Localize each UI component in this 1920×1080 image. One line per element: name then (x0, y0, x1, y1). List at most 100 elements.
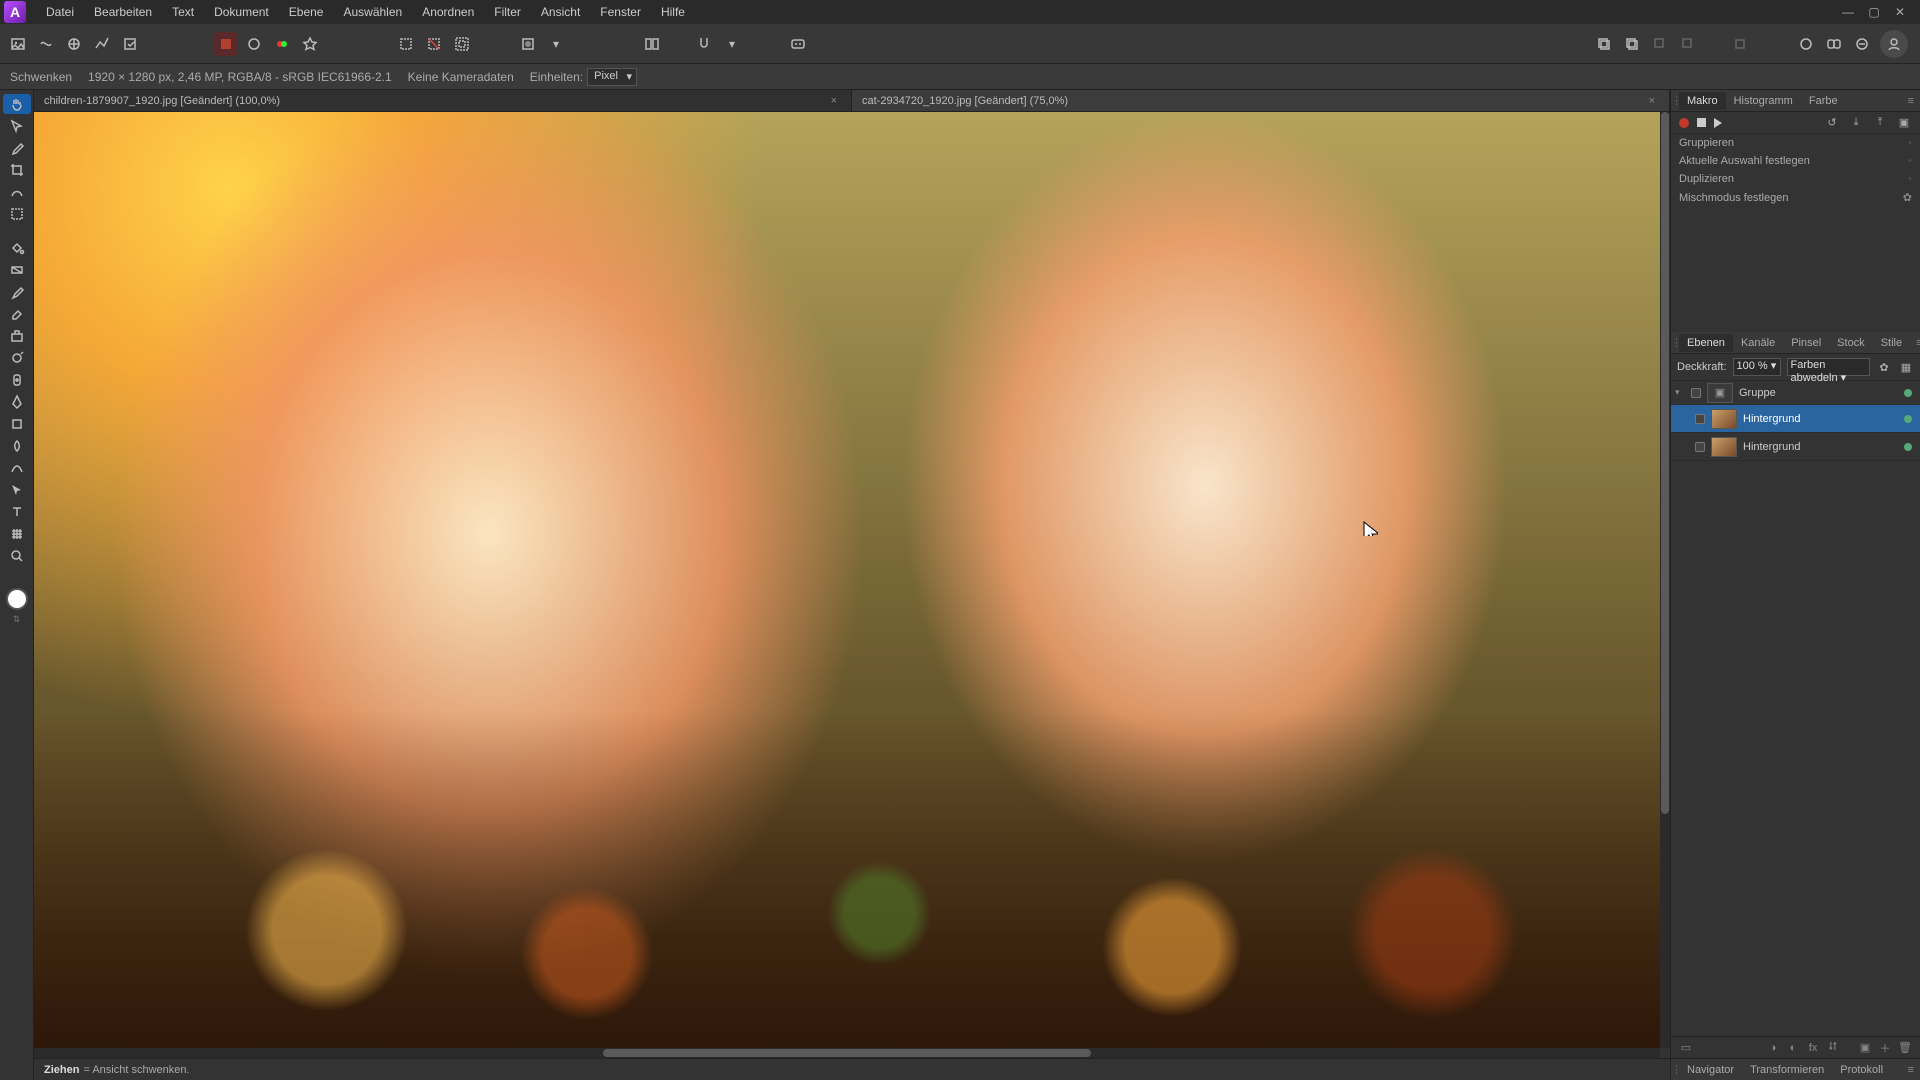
layer-row[interactable]: Hintergrund (1671, 405, 1920, 433)
tab-farbe[interactable]: Farbe (1801, 92, 1846, 110)
macro-step[interactable]: Aktuelle Auswahl festlegen• (1671, 152, 1920, 170)
resource-manager-button[interactable] (1794, 32, 1818, 56)
selection-brush-tool[interactable] (3, 182, 31, 202)
node-tool[interactable] (3, 480, 31, 500)
link-button[interactable] (1822, 32, 1846, 56)
menu-ansicht[interactable]: Ansicht (531, 2, 590, 22)
merge-down-icon[interactable]: ⮃ (1824, 1039, 1842, 1057)
macro-step[interactable]: Gruppieren• (1671, 134, 1920, 152)
horizontal-scrollbar[interactable] (34, 1048, 1660, 1058)
pan-tool[interactable] (3, 94, 31, 114)
colorpicker-tool[interactable] (3, 138, 31, 158)
canvas-image[interactable] (34, 112, 1660, 1048)
menu-anordnen[interactable]: Anordnen (412, 2, 484, 22)
menu-bearbeiten[interactable]: Bearbeiten (84, 2, 162, 22)
menu-fenster[interactable]: Fenster (590, 2, 651, 22)
tab-histogramm[interactable]: Histogramm (1726, 92, 1801, 110)
layer-name-label[interactable]: Gruppe (1739, 387, 1898, 399)
addlayer-mask-button[interactable] (1620, 32, 1644, 56)
layer-thumbnail-size-icon[interactable]: ▭ (1677, 1039, 1695, 1057)
menu-dokument[interactable]: Dokument (204, 2, 279, 22)
marquee-tool[interactable] (3, 204, 31, 224)
menu-text[interactable]: Text (162, 2, 204, 22)
layer-name-label[interactable]: Hintergrund (1743, 413, 1898, 425)
add-mask-icon[interactable]: ◑ (1764, 1039, 1782, 1057)
quickmask-button[interactable] (516, 32, 540, 56)
account-button[interactable] (1880, 30, 1908, 58)
foreground-color-swatch[interactable] (6, 588, 28, 610)
close-tab-icon[interactable]: × (1645, 95, 1659, 107)
layer-row[interactable]: Hintergrund (1671, 433, 1920, 461)
layer-group-row[interactable]: ▾▣Gruppe (1671, 381, 1920, 405)
macro-reset-icon[interactable]: ↺ (1824, 115, 1840, 131)
macro-export-icon[interactable]: ⤓ (1848, 115, 1864, 131)
autowb-button[interactable] (298, 32, 322, 56)
persona-tonemap-icon[interactable] (90, 32, 114, 56)
menu-ebene[interactable]: Ebene (279, 2, 334, 22)
zoom-tool[interactable] (3, 546, 31, 566)
assistant-button[interactable] (786, 32, 810, 56)
delete-layer-icon[interactable]: 🗑 (1896, 1039, 1914, 1057)
menu-filter[interactable]: Filter (484, 2, 531, 22)
layer-name-label[interactable]: Hintergrund (1743, 441, 1898, 453)
vertical-scrollbar[interactable] (1660, 112, 1670, 1048)
text-tool[interactable] (3, 502, 31, 522)
panel-menu-icon[interactable]: ≡ (1902, 95, 1920, 107)
macro-play-button[interactable] (1714, 118, 1722, 128)
tab-stile[interactable]: Stile (1873, 334, 1910, 352)
macro-step[interactable]: Duplizieren• (1671, 170, 1920, 188)
document-tab[interactable]: cat-2934720_1920.jpg [Geändert] (75,0%)× (852, 90, 1670, 111)
macro-stop-button[interactable] (1697, 118, 1706, 127)
menu-datei[interactable]: Datei (36, 2, 84, 22)
panel-menu-icon[interactable]: ≡ (1910, 337, 1920, 349)
dodge-tool[interactable] (3, 348, 31, 368)
mesh-warp-tool[interactable] (3, 524, 31, 544)
move-tool[interactable] (3, 116, 31, 136)
snapping-dropdown-icon[interactable]: ▾ (720, 32, 744, 56)
persona-liquify-icon[interactable] (34, 32, 58, 56)
tab-protokoll[interactable]: Protokoll (1832, 1061, 1891, 1079)
autolevels-button[interactable] (242, 32, 266, 56)
snapping-button[interactable] (692, 32, 716, 56)
layer-visibility-checkbox[interactable] (1695, 414, 1705, 424)
panel-menu-icon[interactable]: ≡ (1902, 1064, 1920, 1076)
group-layers-icon[interactable]: ▣ (1856, 1039, 1874, 1057)
embed-button[interactable] (1850, 32, 1874, 56)
tab-kanaele[interactable]: Kanäle (1733, 334, 1783, 352)
tab-transformieren[interactable]: Transformieren (1742, 1061, 1832, 1079)
close-window-button[interactable]: ✕ (1890, 5, 1910, 19)
tab-makro[interactable]: Makro (1679, 92, 1726, 110)
close-tab-icon[interactable]: × (827, 95, 841, 107)
macro-step[interactable]: Mischmodus festlegen✿ (1671, 188, 1920, 207)
erase-tool[interactable] (3, 304, 31, 324)
gradient-tool[interactable] (3, 260, 31, 280)
minimize-button[interactable]: — (1838, 5, 1858, 19)
flood-fill-tool[interactable] (3, 238, 31, 258)
clone-tool[interactable] (3, 326, 31, 346)
vector-brush-tool[interactable] (3, 458, 31, 478)
quickmask-dropdown-icon[interactable]: ▾ (544, 32, 568, 56)
add-fx-icon[interactable]: fx (1804, 1039, 1822, 1057)
layer-options-icon[interactable]: ▦ (1898, 359, 1914, 375)
swap-colors-icon[interactable]: ⇅ (13, 614, 21, 625)
select-all-button[interactable] (394, 32, 418, 56)
shape-tool[interactable] (3, 414, 31, 434)
autocolor-button[interactable] (214, 32, 238, 56)
gear-icon[interactable]: ✿ (1903, 191, 1912, 204)
pen-tool[interactable] (3, 392, 31, 412)
tab-ebenen[interactable]: Ebenen (1679, 334, 1733, 352)
disclosure-icon[interactable]: ▾ (1675, 387, 1685, 398)
layer-visibility-checkbox[interactable] (1695, 442, 1705, 452)
macro-import-icon[interactable]: ⤒ (1872, 115, 1888, 131)
arrange-button[interactable] (640, 32, 664, 56)
add-pixel-layer-icon[interactable]: ＋ (1876, 1039, 1894, 1057)
autocontrast-button[interactable] (270, 32, 294, 56)
persona-develop-icon[interactable] (62, 32, 86, 56)
tab-stock[interactable]: Stock (1829, 334, 1873, 352)
macro-record-button[interactable] (1679, 118, 1689, 128)
smudge-tool[interactable] (3, 436, 31, 456)
menu-hilfe[interactable]: Hilfe (651, 2, 695, 22)
crop-tool[interactable] (3, 160, 31, 180)
blendmode-select[interactable]: Farben abwedeln ▾ (1787, 358, 1870, 376)
units-select[interactable]: Pixel ▾ (587, 68, 637, 86)
